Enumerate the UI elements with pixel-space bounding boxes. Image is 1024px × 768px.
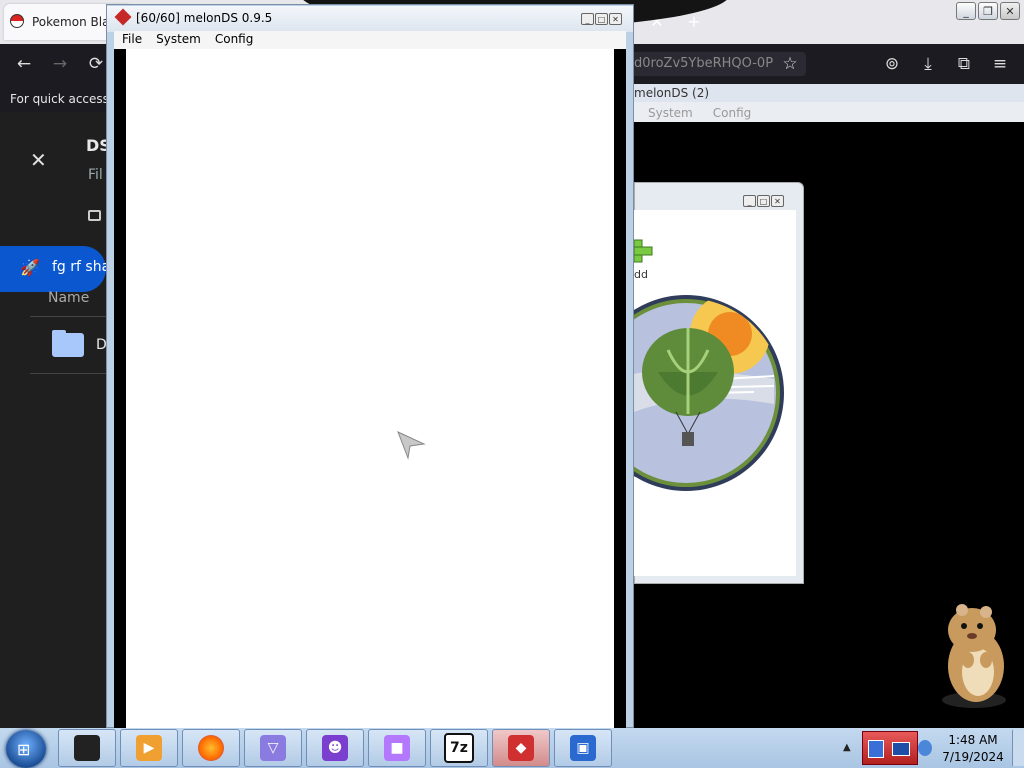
melonds-menu: File System Config — [122, 32, 267, 46]
pointer-cursor-icon — [397, 431, 426, 460]
hamster-pet-image — [942, 604, 1006, 708]
minimize-button[interactable]: _ — [956, 2, 976, 20]
balloon-logo-image — [634, 295, 784, 491]
melonds-close-button[interactable]: ✕ — [609, 13, 622, 25]
comment-icon[interactable] — [88, 210, 101, 221]
melonds-taskbar-icon: ◆ — [508, 735, 534, 761]
7zip-icon: 7z — [444, 733, 474, 763]
menu-system[interactable]: System — [156, 32, 201, 46]
column-header-name[interactable]: Name — [48, 290, 89, 306]
taskbar-app-triangles[interactable]: ▽ — [244, 729, 302, 767]
taskbar-app-melonds[interactable]: ◆ — [492, 729, 550, 767]
pocket-icon[interactable]: ⊚ — [880, 52, 904, 76]
virtualbox-icon: ▣ — [570, 735, 596, 761]
network-icon[interactable] — [892, 742, 910, 756]
forward-arrow-icon[interactable]: → — [48, 52, 72, 76]
menu-file[interactable]: File — [122, 32, 142, 46]
rocket-icon: 🚀 — [20, 258, 40, 277]
taskbar-app-cube[interactable]: ■ — [368, 729, 426, 767]
melonds-emulator-screen[interactable] — [126, 49, 614, 728]
download-icon[interactable]: ⤓ — [916, 52, 940, 76]
menu-system[interactable]: System — [648, 106, 693, 120]
reload-icon[interactable]: ⟳ — [84, 52, 108, 76]
drive-panel — [0, 112, 106, 728]
dialog-window-controls: _ □ ✕ — [742, 193, 784, 207]
add-plus-icon[interactable] — [634, 236, 654, 266]
back-window-title: melonDS (2) — [634, 86, 710, 100]
menu-icon[interactable]: ≡ — [988, 52, 1012, 76]
media-player-icon: ▶ — [136, 735, 162, 761]
taskbar-app-7zip[interactable]: 7z — [430, 729, 488, 767]
taskbar-app-firefox[interactable] — [182, 729, 240, 767]
back-window-menu: System Config — [648, 106, 771, 120]
close-icon[interactable]: ✕ — [30, 148, 47, 172]
clock-time[interactable]: 1:48 AM — [936, 733, 1010, 747]
spiky-app-icon: ☻ — [322, 735, 348, 761]
divider — [30, 373, 106, 374]
extensions-icon[interactable]: ⧉ — [952, 52, 976, 76]
show-desktop-button[interactable] — [1012, 730, 1024, 766]
bookmark-star-icon[interactable]: ☆ — [778, 52, 802, 76]
volume-icon[interactable] — [918, 740, 932, 756]
show-hidden-icons-button[interactable]: ▲ — [843, 742, 851, 753]
taskbar-app-virtualbox[interactable]: ▣ — [554, 729, 612, 767]
clock-date[interactable]: 7/19/2024 — [936, 750, 1010, 764]
taskbar-app-media-player[interactable]: ▶ — [120, 729, 178, 767]
shared-item-label: fg rf sha — [52, 259, 111, 275]
windows-logo-icon: ⊞ — [17, 740, 31, 759]
menu-config[interactable]: Config — [215, 32, 254, 46]
melonds-window-controls: _ □ ✕ — [580, 11, 622, 25]
divider — [30, 316, 106, 317]
triangles-app-icon: ▽ — [260, 735, 286, 761]
dialog-close-button[interactable]: ✕ — [771, 195, 784, 207]
pokeball-icon — [10, 14, 24, 28]
taskbar-app-terminal[interactable] — [58, 729, 116, 767]
dialog-maximize-button[interactable]: □ — [757, 195, 770, 207]
restore-button[interactable]: ❐ — [978, 2, 998, 20]
panel-subtitle: Fil — [88, 167, 103, 183]
add-label: dd — [634, 268, 648, 281]
taskbar-app-spiky[interactable]: ☻ — [306, 729, 364, 767]
browser-window-controls: _ ❐ ✕ — [954, 2, 1020, 20]
menu-config[interactable]: Config — [713, 106, 752, 120]
cube-app-icon: ■ — [384, 735, 410, 761]
melonds-window-title: [60/60] melonDS 0.9.5 — [136, 11, 273, 25]
back-arrow-icon[interactable]: ← — [12, 52, 36, 76]
tray-app-icon[interactable] — [868, 740, 884, 758]
url-text: d0roZv5YbeRHQO-0P — [634, 56, 774, 71]
melonds-minimize-button[interactable]: _ — [581, 13, 594, 25]
folder-icon[interactable] — [52, 333, 84, 357]
firefox-icon — [198, 735, 224, 761]
terminal-icon — [74, 735, 100, 761]
melonds-maximize-button[interactable]: □ — [595, 13, 608, 25]
dialog-minimize-button[interactable]: _ — [743, 195, 756, 207]
close-button[interactable]: ✕ — [1000, 2, 1020, 20]
